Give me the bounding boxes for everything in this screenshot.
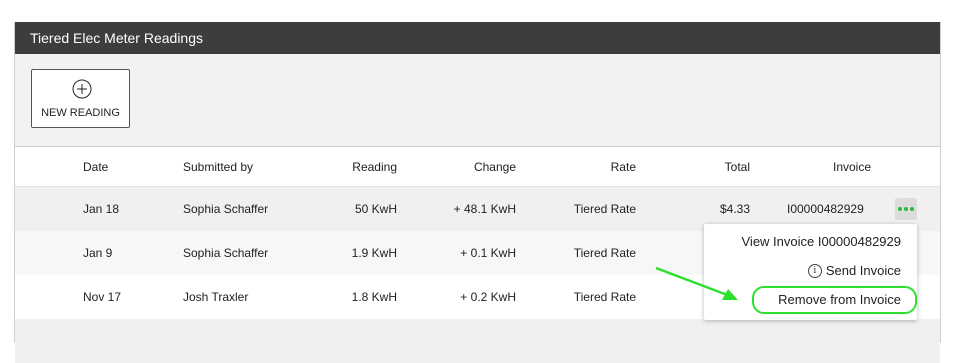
annotation-arrow-icon: [655, 266, 738, 300]
remove-from-invoice-menu-item[interactable]: Remove from Invoice: [778, 292, 901, 307]
row-rate: Tiered Rate: [573, 202, 636, 216]
row-rate: Tiered Rate: [573, 246, 636, 260]
row-date: Nov 17: [83, 290, 122, 304]
header-submitted-by[interactable]: Submitted by: [183, 147, 253, 186]
send-invoice-label: Send Invoice: [825, 263, 901, 278]
view-invoice-menu-item[interactable]: View Invoice I00000482929: [742, 234, 902, 249]
send-invoice-menu-item[interactable]: i Send Invoice: [807, 263, 901, 278]
row-change: + 0.1 KwH: [460, 246, 516, 260]
row-submitted-by: Sophia Schaffer: [183, 246, 269, 260]
header-total[interactable]: Total: [725, 147, 750, 186]
table-header: Date Submitted by Reading Change Rate To…: [15, 147, 940, 187]
plus-circle-icon: [72, 79, 92, 99]
more-horizontal-icon: [898, 207, 902, 211]
header-change[interactable]: Change: [474, 147, 516, 186]
toolbar: NEW READING: [15, 54, 940, 147]
row-date: Jan 9: [83, 246, 113, 260]
row-change: + 0.2 KwH: [460, 290, 516, 304]
row-rate: Tiered Rate: [573, 290, 636, 304]
new-reading-label: NEW READING: [41, 107, 120, 119]
row-reading: 50 KwH: [354, 202, 397, 216]
table-row: [15, 319, 940, 363]
row-submitted-by: Josh Traxler: [183, 290, 249, 304]
new-reading-button[interactable]: NEW READING: [31, 69, 130, 128]
info-icon: i: [807, 263, 822, 278]
row-reading: 1.8 KwH: [351, 290, 397, 304]
header-rate[interactable]: Rate: [611, 147, 636, 186]
row-submitted-by: Sophia Schaffer: [183, 202, 269, 216]
row-reading: 1.9 KwH: [351, 246, 397, 260]
header-invoice[interactable]: Invoice: [833, 147, 871, 186]
panel-title: Tiered Elec Meter Readings: [15, 22, 940, 54]
row-date: Jan 18: [83, 202, 120, 216]
row-change: + 48.1 KwH: [453, 202, 516, 216]
header-reading[interactable]: Reading: [352, 147, 397, 186]
row-actions-button[interactable]: [895, 198, 917, 220]
header-date[interactable]: Date: [83, 147, 108, 186]
